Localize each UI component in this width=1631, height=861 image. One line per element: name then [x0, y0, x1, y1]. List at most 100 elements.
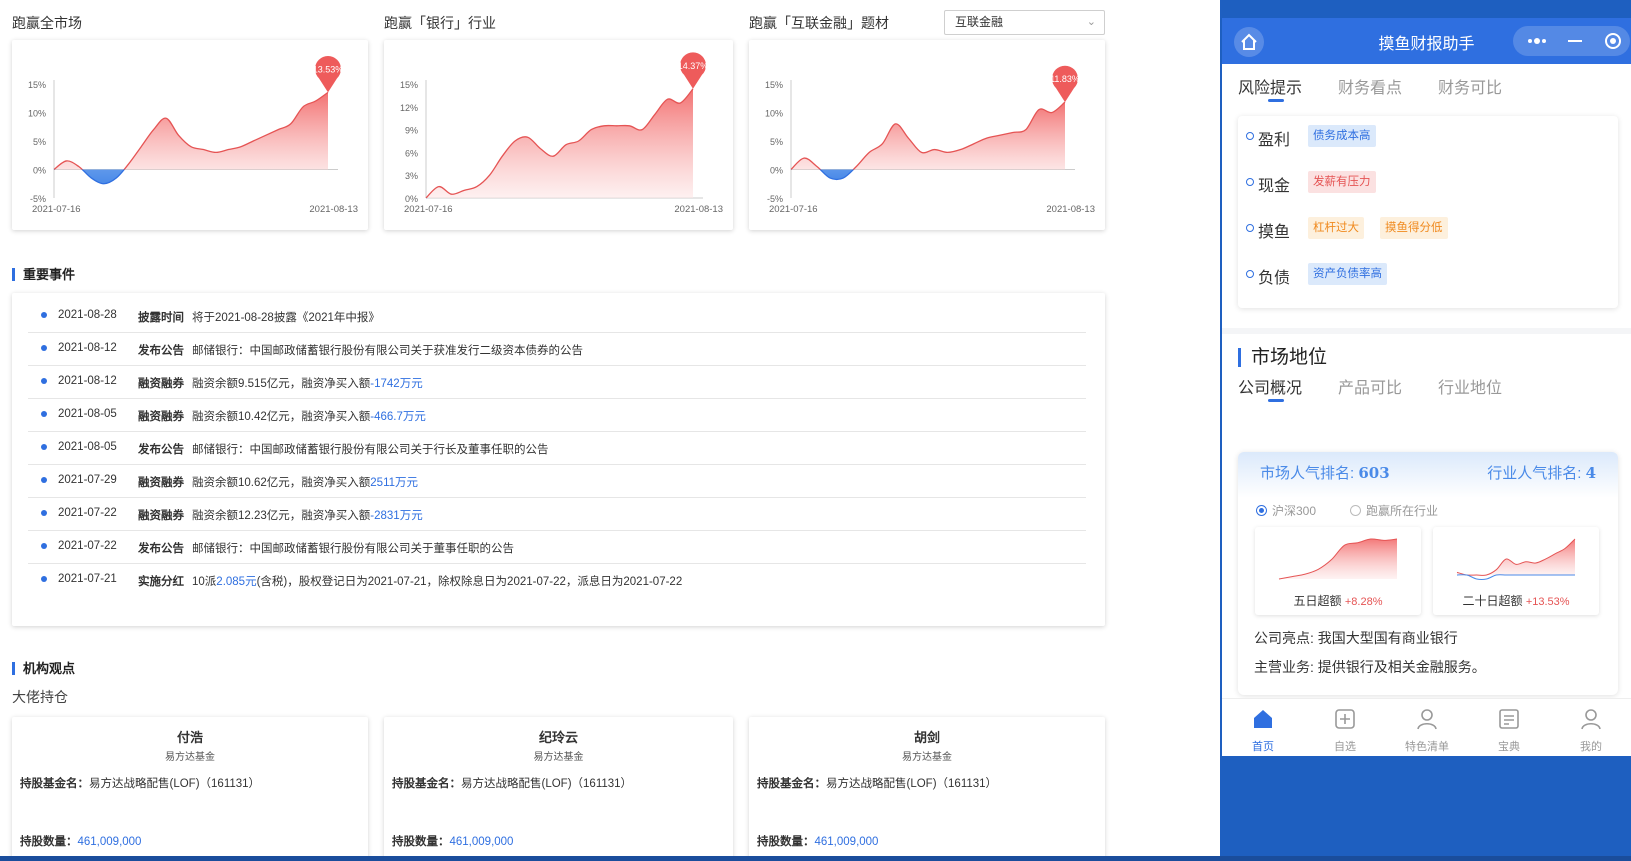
risk-tag[interactable]: 债务成本高 [1308, 125, 1376, 147]
event-date: 2021-08-05 [58, 408, 117, 420]
y-tick-label: 10% [28, 109, 46, 119]
tab-risk[interactable]: 风险提示 [1238, 74, 1302, 98]
five-day-value: +8.28% [1344, 596, 1383, 608]
event-date: 2021-07-21 [58, 573, 117, 585]
close-icon[interactable] [1605, 33, 1621, 49]
book-icon [1499, 709, 1519, 729]
event-row[interactable]: 2021-08-05 发布公告 邮储银行：中国邮政储蓄银行股份有限公司关于行长及… [28, 432, 1086, 465]
app-header: 摸鱼财报助手 [1222, 18, 1631, 64]
nav-home[interactable]: 首页 [1222, 699, 1304, 756]
risk-tag[interactable]: 发薪有压力 [1308, 171, 1376, 193]
manager-name: 付浩 [176, 730, 203, 745]
event-row[interactable]: 2021-07-22 发布公告 邮储银行：中国邮政储蓄银行股份有限公司关于董事任… [28, 531, 1086, 564]
event-row[interactable]: 2021-08-28 披露时间 将于2021-08-28披露《2021年中报》 [28, 300, 1086, 333]
fund-qty: 持股数量：461,009,000 [20, 836, 142, 848]
circle-icon [1246, 178, 1254, 186]
twenty-day-value: +13.53% [1525, 596, 1570, 608]
risk-label: 盈利 [1258, 132, 1291, 149]
x-tick-label: 2021-08-13 [309, 204, 358, 215]
chart-industry: 15% 12% 9% 6% 3% 0% 14.37% 2021-07-16 2021-08-13 [400, 52, 723, 215]
bullet-icon [41, 411, 47, 417]
tab-highlights[interactable]: 财务看点 [1338, 74, 1402, 98]
area-positive [426, 88, 693, 198]
y-tick-label: 0% [770, 166, 783, 176]
divider [1222, 328, 1631, 334]
chart-theme: 15% 10% 5% 0% -5% 11.83% 2021-07-16 2021-08-13 [765, 65, 1095, 215]
peak-label: 14.37% [678, 61, 709, 71]
event-row[interactable]: 2021-07-22 融资融券 融资余额12.23亿元，融资净买入额-2831万… [28, 498, 1086, 531]
fund-company: 易方达基金 [533, 752, 584, 763]
fund-card: 纪玲云 易方达基金 持股基金名：易方达战略配售(LOF)（161131） 持股数… [384, 717, 733, 861]
bottom-nav: 首页 自选 特色清单 宝典 我的 [1222, 698, 1631, 756]
bullet-icon [41, 576, 47, 582]
event-type: 实施分红 [138, 576, 184, 588]
chart-title-theme: 跑赢「互联金融」题材 [749, 15, 889, 31]
theme-select-value: 互联金融 [955, 15, 1004, 29]
taskbar [0, 856, 1631, 861]
fund-name: 持股基金名：易方达战略配售(LOF)（161131） [20, 778, 261, 790]
industry-rank: 行业人气排名: 4 [1487, 464, 1596, 482]
event-row[interactable]: 2021-07-29 融资融券 融资余额10.62亿元，融资净买入额2511万元 [28, 465, 1086, 498]
tab-compare[interactable]: 财务可比 [1438, 74, 1502, 98]
event-row[interactable]: 2021-08-12 融资融券 融资余额9.515亿元，融资净买入额-1742万… [28, 366, 1086, 399]
twenty-day-label: 二十日超额 [1462, 594, 1523, 608]
event-content: 融资余额9.515亿元，融资净买入额-1742万元 [192, 378, 423, 390]
y-tick-label: 5% [770, 137, 783, 147]
nav-mine[interactable]: 我的 [1550, 699, 1631, 756]
event-row[interactable]: 2021-08-12 发布公告 邮储银行：中国邮政储蓄银行股份有限公司关于获准发… [28, 333, 1086, 366]
mini-area [1457, 539, 1575, 576]
main-page: 跑赢全市场 跑赢「银行」行业 跑赢「互联金融」题材 互联金融 ⌄ 15% 10% 5… [0, 0, 1220, 861]
circle-icon [1246, 224, 1254, 232]
risk-tag[interactable]: 摸鱼得分低 [1380, 217, 1448, 239]
more-icon[interactable] [1528, 38, 1546, 44]
fund-name: 持股基金名：易方达战略配售(LOF)（161131） [757, 778, 998, 790]
risk-label: 摸鱼 [1258, 224, 1291, 241]
y-tick-label: 12% [400, 103, 418, 113]
event-content: 融资余额10.62亿元，融资净买入额2511万元 [192, 477, 419, 489]
x-tick-label: 2021-07-16 [32, 204, 81, 215]
market-rank: 市场人气排名: 603 [1260, 464, 1390, 482]
bullet-icon [41, 345, 47, 351]
nav-watchlist[interactable]: 自选 [1304, 699, 1386, 756]
manager-name: 纪玲云 [538, 730, 578, 745]
user-icon [1417, 709, 1437, 730]
event-date: 2021-07-29 [58, 474, 117, 486]
event-row[interactable]: 2021-07-21 实施分红 10派2.085元(含税)，股权登记日为2021… [28, 564, 1086, 597]
peak-label: 13.53% [313, 64, 344, 74]
twenty-day-chart: 二十日超额 +13.53% [1433, 527, 1599, 615]
nav-featured[interactable]: 特色清单 [1386, 699, 1468, 756]
event-content: 将于2021-08-28披露《2021年中报》 [192, 312, 380, 324]
event-type: 发布公告 [138, 444, 184, 456]
y-tick-label: 6% [405, 148, 418, 158]
theme-select[interactable]: 互联金融 ⌄ [944, 10, 1105, 35]
bullet-icon [41, 543, 47, 549]
radio-hs300[interactable]: 沪深300 [1256, 502, 1316, 519]
y-tick-label: 5% [33, 137, 46, 147]
event-row[interactable]: 2021-08-05 融资融券 融资余额10.42亿元，融资净买入额-466.7… [28, 399, 1086, 432]
bullet-icon [41, 378, 47, 384]
y-tick-label: -5% [767, 194, 783, 204]
x-tick-label: 2021-08-13 [1046, 204, 1095, 215]
main-business: 主营业务: 提供银行及相关金融服务。 [1254, 659, 1486, 675]
tab-company[interactable]: 公司概况 [1238, 374, 1302, 398]
five-day-label: 五日超额 [1293, 594, 1342, 608]
five-day-chart: 五日超额 +8.28% [1255, 527, 1421, 615]
chevron-down-icon: ⌄ [1086, 16, 1096, 28]
tab-industry[interactable]: 行业地位 [1438, 374, 1502, 398]
event-type: 融资融券 [138, 510, 184, 522]
window-capsule [1513, 26, 1630, 56]
events-heading: 重要事件 [12, 268, 75, 281]
chart-card-industry: 15% 12% 9% 6% 3% 0% 14.37% 2021-07-16 2021-08-13 [384, 40, 733, 230]
tab-products[interactable]: 产品可比 [1338, 374, 1402, 398]
peak-label: 11.83% [1050, 74, 1080, 84]
nav-guide[interactable]: 宝典 [1468, 699, 1550, 756]
radio-industry[interactable]: 跑赢所在行业 [1350, 502, 1438, 519]
x-tick-label: 2021-07-16 [769, 204, 818, 215]
event-date: 2021-08-05 [58, 441, 117, 453]
events-card: 2021-08-28 披露时间 将于2021-08-28披露《2021年中报》 … [12, 293, 1105, 626]
market-card: 市场人气排名: 603 行业人气排名: 4 沪深300 跑赢所在行业 五日超额 … [1238, 452, 1618, 695]
risk-tag[interactable]: 资产负债率高 [1308, 263, 1387, 285]
risk-tag[interactable]: 杠杆过大 [1308, 217, 1364, 239]
y-tick-label: -5% [30, 194, 46, 204]
minimize-icon[interactable] [1568, 40, 1582, 42]
